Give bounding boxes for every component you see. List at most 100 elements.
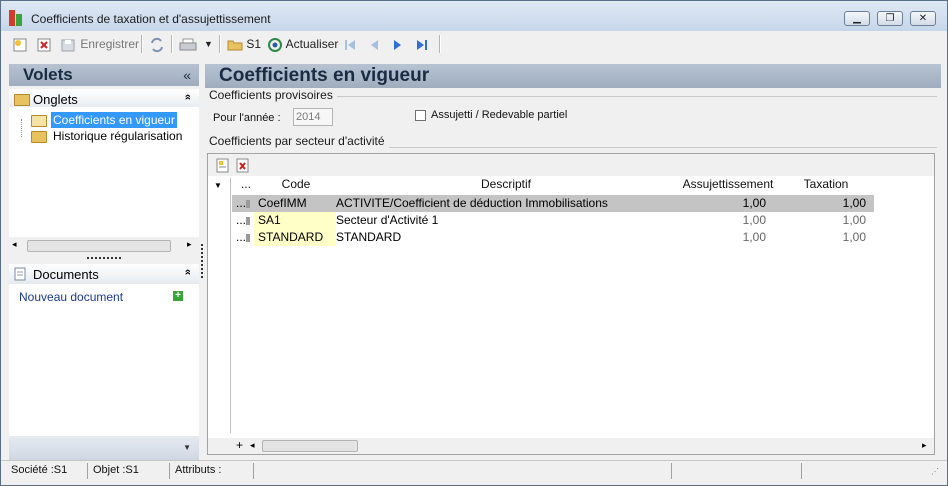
status-societe: Société :S1: [11, 464, 68, 476]
scroll-right-icon[interactable]: ▸: [922, 440, 927, 451]
tree-horizontal-scrollbar[interactable]: ◂ ▸: [9, 238, 199, 254]
side-panel-header: Volets «: [9, 64, 199, 86]
refresh-icon: [268, 37, 282, 52]
close-button[interactable]: ✕: [910, 11, 936, 26]
add-document-icon[interactable]: +: [173, 291, 183, 301]
status-separator: [671, 463, 672, 479]
first-icon: [345, 39, 355, 50]
tree-line: [21, 119, 23, 137]
column-header-descriptif[interactable]: Descriptif: [336, 177, 676, 194]
column-header-marker[interactable]: ...: [234, 177, 258, 194]
main-toolbar: Enregistrer ▼ S1 Actualiser: [1, 31, 947, 57]
column-chooser-icon[interactable]: ▼: [214, 181, 222, 190]
row-marker[interactable]: ...: [236, 229, 246, 246]
chevron-down-icon[interactable]: ▼: [183, 443, 191, 452]
folder-icon: [227, 40, 243, 51]
open-folder-icon: [31, 115, 47, 127]
splitter-handle[interactable]: [87, 257, 121, 261]
cell-taxation[interactable]: 1,00: [782, 195, 866, 212]
year-label: Pour l'année :: [213, 112, 281, 124]
document-icon: [14, 267, 26, 281]
cell-code[interactable]: CoefIMM: [256, 195, 334, 212]
row-handle-icon: [246, 234, 250, 242]
cell-taxation[interactable]: 1,00: [782, 212, 866, 229]
close-icon: ✕: [918, 13, 928, 24]
assujetti-checkbox[interactable]: [415, 110, 426, 121]
toolbar-separator: [171, 35, 173, 53]
tree-item-label: Coefficients en vigueur: [51, 112, 177, 128]
delete-button[interactable]: [37, 34, 51, 54]
page-title: Coefficients en vigueur: [219, 65, 430, 86]
cell-assujettissement[interactable]: 1,00: [682, 195, 766, 212]
collapse-section-icon[interactable]: »: [182, 269, 194, 275]
column-header-code[interactable]: Code: [260, 177, 332, 194]
scroll-left-icon[interactable]: ◂: [12, 239, 17, 250]
scroll-right-icon[interactable]: ▸: [187, 239, 192, 250]
status-separator: [87, 463, 88, 479]
cell-assujettissement[interactable]: 1,00: [682, 229, 766, 246]
cell-descriptif[interactable]: ACTIVITE/Coefficient de déduction Immobi…: [336, 195, 608, 212]
row-marker[interactable]: ...: [236, 195, 246, 212]
cell-code[interactable]: STANDARD: [254, 229, 336, 246]
collapse-panel-icon[interactable]: «: [183, 67, 191, 83]
refresh-button[interactable]: Actualiser: [267, 34, 338, 54]
last-icon: [417, 39, 427, 50]
folder-icon: [31, 131, 47, 143]
next-record-button[interactable]: [391, 34, 405, 54]
add-row-button[interactable]: +: [236, 438, 243, 452]
toolbar-separator: [219, 35, 221, 53]
tree-item-label: Historique régularisation: [53, 129, 183, 143]
print-button[interactable]: [179, 34, 197, 54]
toolbar-separator: [439, 35, 441, 53]
application-window: Coefficients de taxation et d'assujettis…: [0, 0, 948, 486]
folder-button[interactable]: S1: [227, 34, 261, 54]
grid-toolbar: [208, 154, 934, 176]
column-header-assujettissement[interactable]: Assujettissement: [678, 177, 778, 194]
minimize-button[interactable]: ▁: [844, 11, 870, 26]
restore-button[interactable]: ❐: [877, 11, 903, 26]
table-row[interactable]: ... SA1 Secteur d'Activité 1 1,00 1,00: [232, 212, 874, 229]
grid-scrollbar-thumb[interactable]: [262, 440, 358, 452]
printer-icon: [179, 38, 197, 51]
documents-panel: Nouveau document +: [9, 284, 199, 436]
save-button[interactable]: Enregistrer: [61, 34, 139, 54]
table-row[interactable]: ... STANDARD STANDARD 1,00 1,00: [232, 229, 874, 246]
save-icon: [61, 39, 75, 52]
status-attributs: Attributs :: [175, 464, 222, 476]
print-dropdown[interactable]: ▼: [204, 34, 213, 54]
folder-icon: [14, 94, 30, 106]
onglets-tree: Coefficients en vigueur Historique régul…: [9, 107, 199, 237]
cell-assujettissement[interactable]: 1,00: [682, 212, 766, 229]
delete-icon: [37, 38, 51, 52]
sync-icon: [151, 37, 163, 52]
cell-descriptif[interactable]: Secteur d'Activité 1: [336, 212, 438, 229]
sync-button[interactable]: [149, 34, 165, 54]
new-document-link[interactable]: Nouveau document: [19, 290, 123, 304]
documents-label: Documents: [33, 267, 99, 282]
last-record-button[interactable]: [415, 34, 429, 54]
resize-grip-icon[interactable]: ⋰: [931, 467, 939, 476]
cell-taxation[interactable]: 1,00: [782, 229, 866, 246]
year-field[interactable]: 2014: [293, 108, 333, 126]
documents-section-header[interactable]: Documents »: [9, 264, 199, 285]
collapse-section-icon[interactable]: »: [182, 94, 194, 100]
cell-code[interactable]: SA1: [254, 212, 336, 229]
next-icon: [394, 39, 401, 50]
column-header-taxation[interactable]: Taxation: [786, 177, 866, 194]
previous-icon: [371, 39, 378, 50]
row-marker[interactable]: ...: [236, 212, 246, 229]
main-panel: Coefficients en vigueur Coefficients pro…: [205, 64, 941, 460]
first-record-button[interactable]: [343, 34, 357, 54]
new-button[interactable]: [13, 34, 27, 54]
table-row[interactable]: ... CoefIMM ACTIVITE/Coefficient de dédu…: [232, 195, 874, 212]
title-bar: Coefficients de taxation et d'assujettis…: [1, 1, 947, 31]
new-row-icon[interactable]: [216, 158, 230, 173]
previous-record-button[interactable]: [367, 34, 381, 54]
chevron-down-icon: ▼: [204, 39, 213, 49]
delete-row-icon[interactable]: [236, 158, 250, 173]
cell-descriptif[interactable]: STANDARD: [336, 229, 401, 246]
side-panel: Volets « Onglets » Coefficients en vigue…: [9, 64, 199, 460]
scroll-left-icon[interactable]: ◂: [250, 440, 255, 451]
main-header: Coefficients en vigueur: [205, 64, 941, 88]
scrollbar-thumb[interactable]: [27, 240, 171, 252]
